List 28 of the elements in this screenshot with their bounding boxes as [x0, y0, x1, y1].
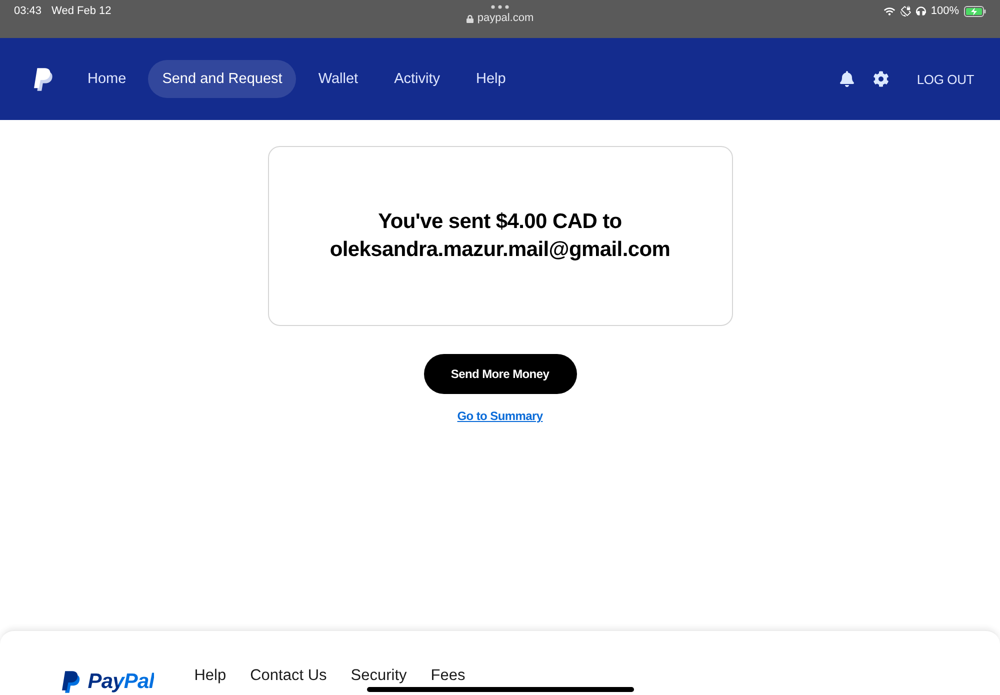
battery-charging-icon: [964, 6, 986, 16]
nav-tab[interactable]: Wallet: [304, 60, 372, 98]
paypal-logo-icon: [62, 670, 81, 694]
send-more-money-button[interactable]: Send More Money: [424, 354, 576, 394]
status-date: Wed Feb 12: [52, 4, 112, 18]
nav-tab[interactable]: Send and Request: [148, 60, 296, 98]
paypal-logo-icon[interactable]: [34, 66, 54, 92]
summary-link[interactable]: Go to Summary: [457, 409, 543, 423]
lock-icon: [466, 14, 474, 22]
footer-link[interactable]: Security: [350, 667, 407, 684]
more-dots-icon[interactable]: [490, 5, 509, 9]
nav-tab[interactable]: Activity: [380, 60, 454, 98]
status-time: 03:43: [14, 4, 42, 18]
nav-tab[interactable]: Home: [74, 60, 140, 98]
footer-link[interactable]: Contact Us: [250, 667, 327, 684]
battery-percent: 100%: [930, 4, 959, 18]
confirmation-message: You've sent $4.00 CAD to oleksandra.mazur.mail@gmail.com: [328, 209, 672, 263]
footer-link[interactable]: Fees: [430, 667, 466, 684]
logout-link[interactable]: LOG OUT: [916, 72, 974, 86]
headphones-icon: [916, 6, 926, 16]
wifi-icon: [884, 6, 895, 16]
footer-link[interactable]: Help: [194, 667, 226, 684]
settings-icon[interactable]: [872, 71, 889, 87]
notification-bell-icon[interactable]: [838, 71, 855, 87]
address-bar-url[interactable]: paypal.com: [477, 12, 534, 25]
rotation-lock-icon: [900, 6, 911, 16]
paypal-wordmark: PayPal: [88, 670, 154, 694]
nav-tab[interactable]: Help: [462, 60, 520, 98]
